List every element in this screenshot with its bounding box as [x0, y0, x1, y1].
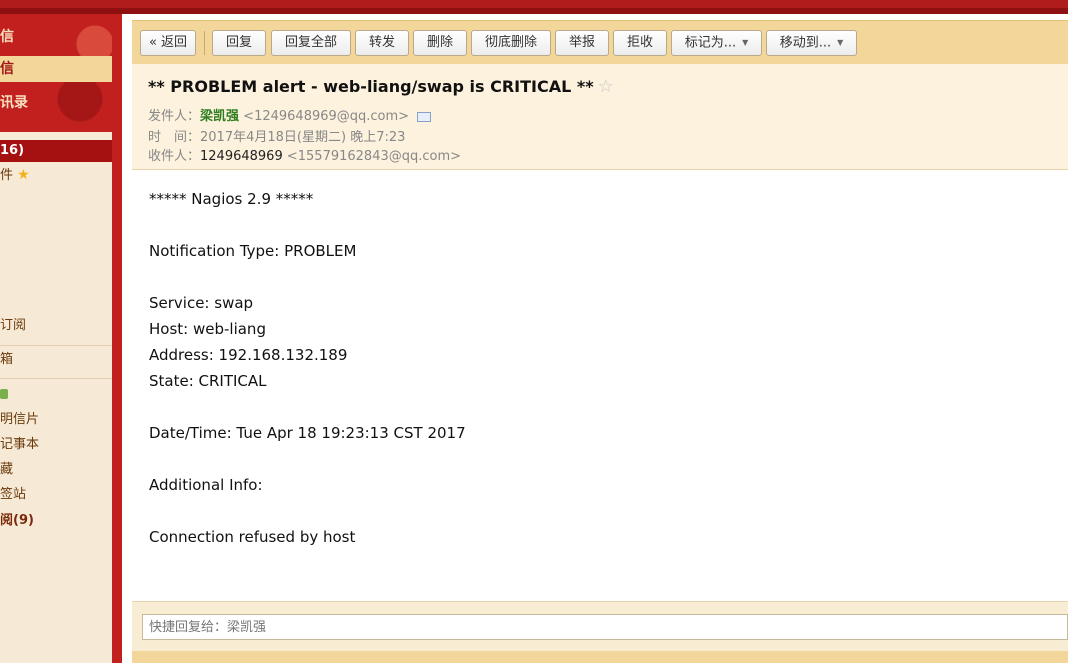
body-line: ***** Nagios 2.9 ***** — [149, 190, 314, 208]
toolbar-separator — [204, 31, 205, 55]
move-to-label: 移动到... — [779, 35, 832, 51]
body-line: Connection refused by host — [149, 528, 356, 546]
body-line: Service: swap — [149, 294, 254, 312]
quick-reply-area — [132, 601, 1068, 651]
body-line: Additional Info: — [149, 476, 263, 494]
sidebar-item-write[interactable]: 信 — [0, 24, 112, 50]
sidebar-divider — [0, 378, 112, 379]
sidebar-item-receive[interactable]: 信 — [0, 56, 112, 82]
starred-label: 件 — [0, 168, 14, 183]
star-outline-icon[interactable]: ☆ — [598, 76, 614, 97]
recipient-name[interactable]: 1249648969 — [200, 149, 283, 164]
bottom-strip — [132, 651, 1068, 663]
mail-header: ** PROBLEM alert - web-liang/swap is CRI… — [132, 64, 1068, 170]
sidebar-item-reading[interactable]: 阅(9) — [0, 510, 112, 532]
inbox-count: 16) — [0, 143, 25, 158]
mark-as-label: 标记为... — [684, 35, 737, 51]
sidebar: 信 信 讯录 16) 件 ★ 订阅 箱 明信片 记事本 藏 签站 阅(9) — [0, 14, 118, 663]
mail-subject: ** PROBLEM alert - web-liang/swap is CRI… — [148, 76, 614, 97]
reply-button[interactable]: 回复 — [212, 30, 266, 56]
from-label: 发件人： — [148, 109, 201, 124]
reject-button[interactable]: 拒收 — [613, 30, 667, 56]
forward-button[interactable]: 转发 — [355, 30, 409, 56]
sidebar-item-notepad[interactable]: 记事本 — [0, 434, 112, 456]
mark-as-dropdown[interactable]: 标记为... ▼ — [671, 30, 762, 56]
main-panel: « 返回 回复 回复全部 转发 删除 彻底删除 举报 拒收 标记为... ▼ 移动… — [118, 14, 1068, 663]
sender-row: 发件人：梁凯强 <1249648969@qq.com> — [148, 105, 432, 124]
time-label: 时 间： — [148, 130, 201, 145]
body-line: Address: 192.168.132.189 — [149, 346, 348, 364]
main-left-border — [118, 14, 132, 663]
sidebar-header: 信 信 讯录 — [0, 14, 118, 132]
delete-permanent-button[interactable]: 彻底删除 — [471, 30, 551, 56]
chevron-down-icon: ▼ — [742, 38, 749, 47]
sidebar-item-favorites[interactable]: 藏 — [0, 459, 112, 481]
star-icon: ★ — [17, 167, 30, 183]
sidebar-item-starred[interactable]: 件 ★ — [0, 164, 112, 186]
contact-card-icon[interactable] — [417, 111, 432, 122]
back-button[interactable]: « 返回 — [140, 30, 196, 56]
sidebar-item-inbox[interactable]: 16) — [0, 140, 112, 162]
body-line: State: CRITICAL — [149, 372, 267, 390]
body-line: Host: web-liang — [149, 320, 266, 338]
mail-body: ***** Nagios 2.9 ***** Notification Type… — [132, 171, 1068, 601]
sidebar-item-secure[interactable] — [0, 383, 112, 405]
reply-all-button[interactable]: 回复全部 — [271, 30, 351, 56]
recipient-email: <15579162843@qq.com> — [286, 149, 462, 164]
to-label: 收件人： — [148, 149, 201, 164]
body-line: Notification Type: PROBLEM — [149, 242, 357, 260]
sidebar-item-postcard[interactable]: 明信片 — [0, 409, 112, 431]
move-to-dropdown[interactable]: 移动到... ▼ — [766, 30, 857, 56]
sidebar-item-folder[interactable]: 箱 — [0, 349, 112, 371]
body-line: Date/Time: Tue Apr 18 19:23:13 CST 2017 — [149, 424, 466, 442]
quick-reply-input[interactable] — [142, 614, 1068, 640]
lock-icon — [0, 388, 8, 399]
sidebar-item-file-transfer[interactable]: 签站 — [0, 484, 112, 506]
recipient-row: 收件人：1249648969 <15579162843@qq.com> — [148, 145, 461, 164]
sidebar-item-subscriptions[interactable]: 订阅 — [0, 315, 112, 337]
sidebar-item-contacts[interactable]: 讯录 — [0, 90, 112, 116]
time-value: 2017年4月18日(星期二) 晚上7:23 — [200, 130, 406, 145]
subject-text: ** PROBLEM alert - web-liang/swap is CRI… — [148, 77, 594, 96]
top-bar — [0, 0, 1068, 14]
time-row: 时 间：2017年4月18日(星期二) 晚上7:23 — [148, 126, 405, 145]
sidebar-divider — [0, 345, 112, 346]
mail-toolbar: « 返回 回复 回复全部 转发 删除 彻底删除 举报 拒收 标记为... ▼ 移动… — [132, 20, 1068, 64]
report-button[interactable]: 举报 — [555, 30, 609, 56]
chevron-down-icon: ▼ — [837, 38, 844, 47]
sender-name[interactable]: 梁凯强 — [200, 109, 239, 124]
sender-email: <1249648969@qq.com> — [243, 109, 410, 124]
delete-button[interactable]: 删除 — [413, 30, 467, 56]
